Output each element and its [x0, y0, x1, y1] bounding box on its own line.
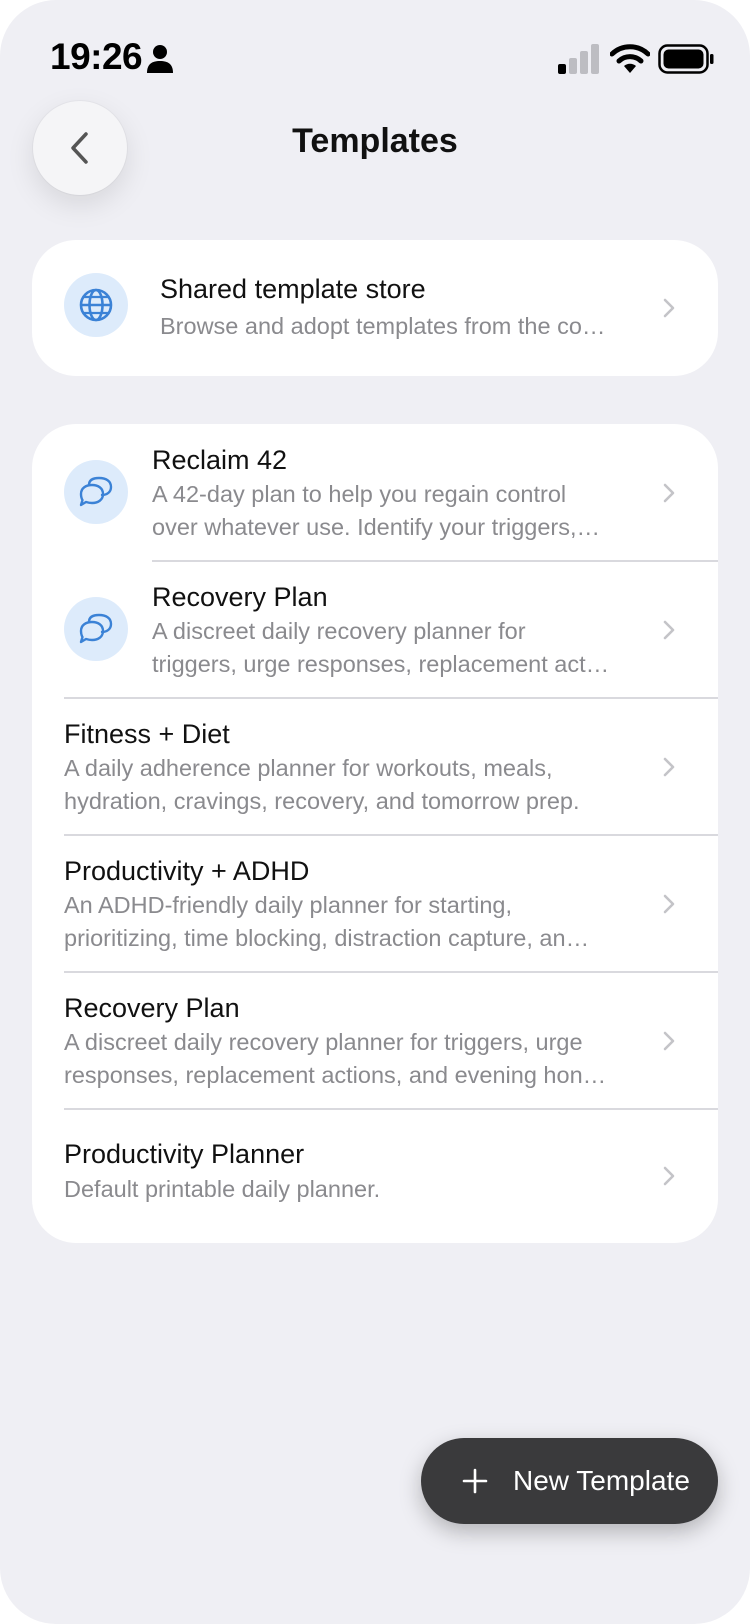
- template-description-line1: Default printable daily planner.: [64, 1176, 381, 1202]
- new-template-button[interactable]: New Template: [421, 1438, 718, 1524]
- template-row[interactable]: Recovery Plan A discreet daily recovery …: [32, 972, 718, 1109]
- template-title: Productivity + ADHD: [64, 856, 310, 886]
- plus-icon: [462, 1468, 488, 1494]
- chat-icon-badge: [64, 597, 128, 661]
- chevron-right-icon: [663, 1166, 675, 1186]
- chevron-right-icon: [663, 483, 675, 503]
- new-template-label: New Template: [513, 1465, 690, 1496]
- template-description-line2: hydration, cravings, recovery, and tomor…: [64, 788, 580, 814]
- battery-icon: [658, 44, 714, 74]
- template-row[interactable]: Recovery Plan A discreet daily recovery …: [32, 561, 718, 698]
- template-description-line2: prioritizing, time blocking, distraction…: [64, 925, 590, 951]
- chat-bubbles-icon: [79, 476, 113, 507]
- chevron-right-icon: [663, 620, 675, 640]
- template-title: Fitness + Diet: [64, 719, 230, 749]
- template-description-line2: over whatever use. Identify your trigger…: [152, 514, 601, 540]
- template-row[interactable]: Productivity + ADHD An ADHD-friendly dai…: [32, 835, 718, 972]
- templates-list: Reclaim 42 A 42-day plan to help you reg…: [32, 424, 718, 1243]
- template-row[interactable]: Reclaim 42 A 42-day plan to help you reg…: [32, 424, 718, 561]
- store-description: Browse and adopt templates from the co…: [160, 313, 606, 339]
- template-title: Reclaim 42: [152, 445, 288, 475]
- person-icon: [147, 45, 173, 73]
- wifi-icon: [610, 44, 650, 73]
- template-description-line1: A daily adherence planner for workouts, …: [64, 755, 553, 781]
- template-title: Productivity Planner: [64, 1139, 305, 1169]
- template-title: Recovery Plan: [152, 582, 328, 612]
- status-time: 19:26: [50, 36, 143, 77]
- globe-icon: [79, 288, 113, 322]
- cellular-signal-icon: [558, 44, 599, 74]
- chevron-right-icon: [663, 757, 675, 777]
- template-description-line2: responses, replacement actions, and even…: [64, 1062, 607, 1088]
- template-description-line1: A discreet daily recovery planner for: [152, 618, 526, 644]
- status-bar: 19:26: [0, 0, 750, 100]
- chevron-right-icon: [663, 894, 675, 914]
- template-description-line1: A discreet daily recovery planner for tr…: [64, 1029, 583, 1055]
- chat-icon-badge: [64, 460, 128, 524]
- globe-icon-badge: [64, 273, 128, 337]
- shared-store-card[interactable]: Shared template store Browse and adopt t…: [32, 240, 718, 376]
- template-row[interactable]: Productivity Planner Default printable d…: [32, 1109, 718, 1243]
- page-title: Templates: [292, 122, 458, 160]
- template-description-line1: An ADHD-friendly daily planner for start…: [64, 892, 513, 918]
- chevron-right-icon: [663, 1031, 675, 1051]
- screen: 19:26 Templates Shared template store Br…: [0, 0, 750, 1624]
- chevron-right-icon: [663, 298, 675, 318]
- template-description-line1: A 42-day plan to help you regain control: [152, 481, 567, 507]
- template-row[interactable]: Fitness + Diet A daily adherence planner…: [32, 698, 718, 835]
- template-description-line2: triggers, urge responses, replacement ac…: [152, 651, 610, 677]
- chat-bubbles-icon: [79, 613, 113, 644]
- store-title: Shared template store: [160, 274, 426, 304]
- template-title: Recovery Plan: [64, 993, 240, 1023]
